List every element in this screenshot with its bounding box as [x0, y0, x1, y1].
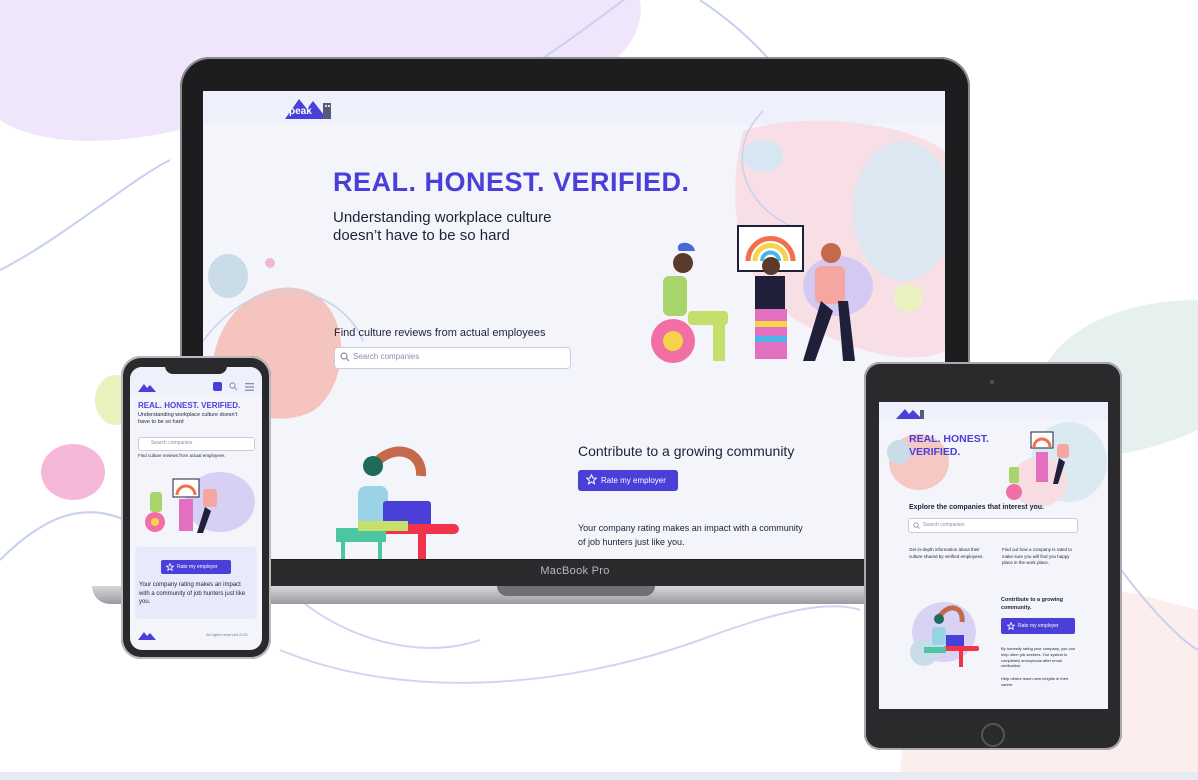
tablet-hero-title-2: VERIFIED.: [909, 446, 961, 458]
tablet-screen: REAL. HONEST. VERIFIED. Explore the comp…: [879, 402, 1108, 709]
grid-icon[interactable]: [213, 382, 222, 391]
mobile-rate-employer-button[interactable]: Rate my employer: [161, 560, 231, 574]
tablet-rate-employer-button[interactable]: Rate my employer: [1001, 618, 1075, 634]
search-icon: [340, 352, 350, 362]
mobile-star-icon: [166, 563, 174, 571]
tablet-home-button[interactable]: [981, 723, 1005, 747]
menu-icon[interactable]: [245, 383, 254, 391]
tablet-search-placeholder: Search companies: [923, 522, 965, 528]
tablet-star-icon: [1007, 622, 1015, 630]
mobile-search-input[interactable]: Search companies: [138, 437, 255, 451]
mobile-footer-text: All rights reserved 2021: [206, 632, 249, 637]
hero-subtitle: Understanding workplace culture doesn’t …: [333, 209, 552, 244]
star-icon: [586, 474, 597, 485]
mobile-rate-employer-label: Rate my employer: [177, 564, 218, 570]
rate-employer-button[interactable]: Rate my employer: [578, 470, 678, 491]
tablet-hero-title-1: REAL. HONEST.: [909, 433, 989, 445]
mobile-screen: REAL. HONEST. VERIFIED. Understanding wo…: [130, 367, 262, 650]
phone-notch: [165, 363, 227, 374]
desktop-screen: peak REAL. HONEST. VERIFIED. Understandi…: [203, 91, 945, 559]
tablet-search-input[interactable]: Search companies: [908, 518, 1078, 533]
mobile-search-icon[interactable]: [229, 382, 238, 391]
tablet-info-col-1: Get in-depth information about their cul…: [909, 547, 984, 559]
tablet-info-col-2: Find out how a company is rated to make …: [1002, 547, 1073, 565]
tablet-rate-employer-label: Rate my employer: [1018, 623, 1059, 629]
bottom-strip: [0, 772, 1198, 780]
contribute-heading: Contribute to a growing community: [578, 443, 795, 459]
tablet-search-icon: [913, 522, 920, 529]
hero-title: REAL. HONEST. VERIFIED.: [333, 167, 690, 197]
search-placeholder: Search companies: [353, 352, 420, 361]
tablet-honest-text: By honestly rating your company, you can…: [1001, 646, 1075, 669]
explore-heading: Explore the companies that interest you.: [909, 504, 1044, 511]
tablet-contribute-heading: Contribute to a growing community.: [1001, 597, 1064, 611]
tablet-help-text: Help others reach new heights in their c…: [1001, 676, 1069, 687]
search-input[interactable]: Search companies: [334, 347, 571, 369]
mobile-hero-illustration: [145, 472, 255, 533]
mobile-peak-logo: [138, 384, 156, 392]
mobile-hero-subtitle: Understanding workplace culture doesn’t …: [138, 412, 238, 425]
tablet-contributor-illustration: [910, 602, 979, 667]
laptop-label: MacBook Pro: [540, 565, 610, 577]
mobile-impact-text: Your company rating makes an impact with…: [139, 582, 246, 605]
mobile-find-label: Find culture reviews from actual employe…: [138, 453, 225, 458]
impact-text: Your company rating makes an impact with…: [578, 523, 803, 547]
logo-text: peak: [289, 106, 312, 117]
contributor-illustration: [336, 446, 459, 559]
mobile-hero-title: REAL. HONEST. VERIFIED.: [138, 401, 241, 410]
tablet-peak-logo: [896, 409, 924, 419]
mobile-search-placeholder: Search companies: [151, 440, 193, 446]
hero-illustration: [651, 225, 855, 363]
laptop-notch: [497, 586, 655, 596]
mobile-footer-logo: [138, 632, 156, 640]
rate-employer-label: Rate my employer: [601, 476, 666, 485]
find-reviews-label: Find culture reviews from actual employe…: [334, 327, 546, 339]
tablet-camera: [990, 380, 994, 384]
